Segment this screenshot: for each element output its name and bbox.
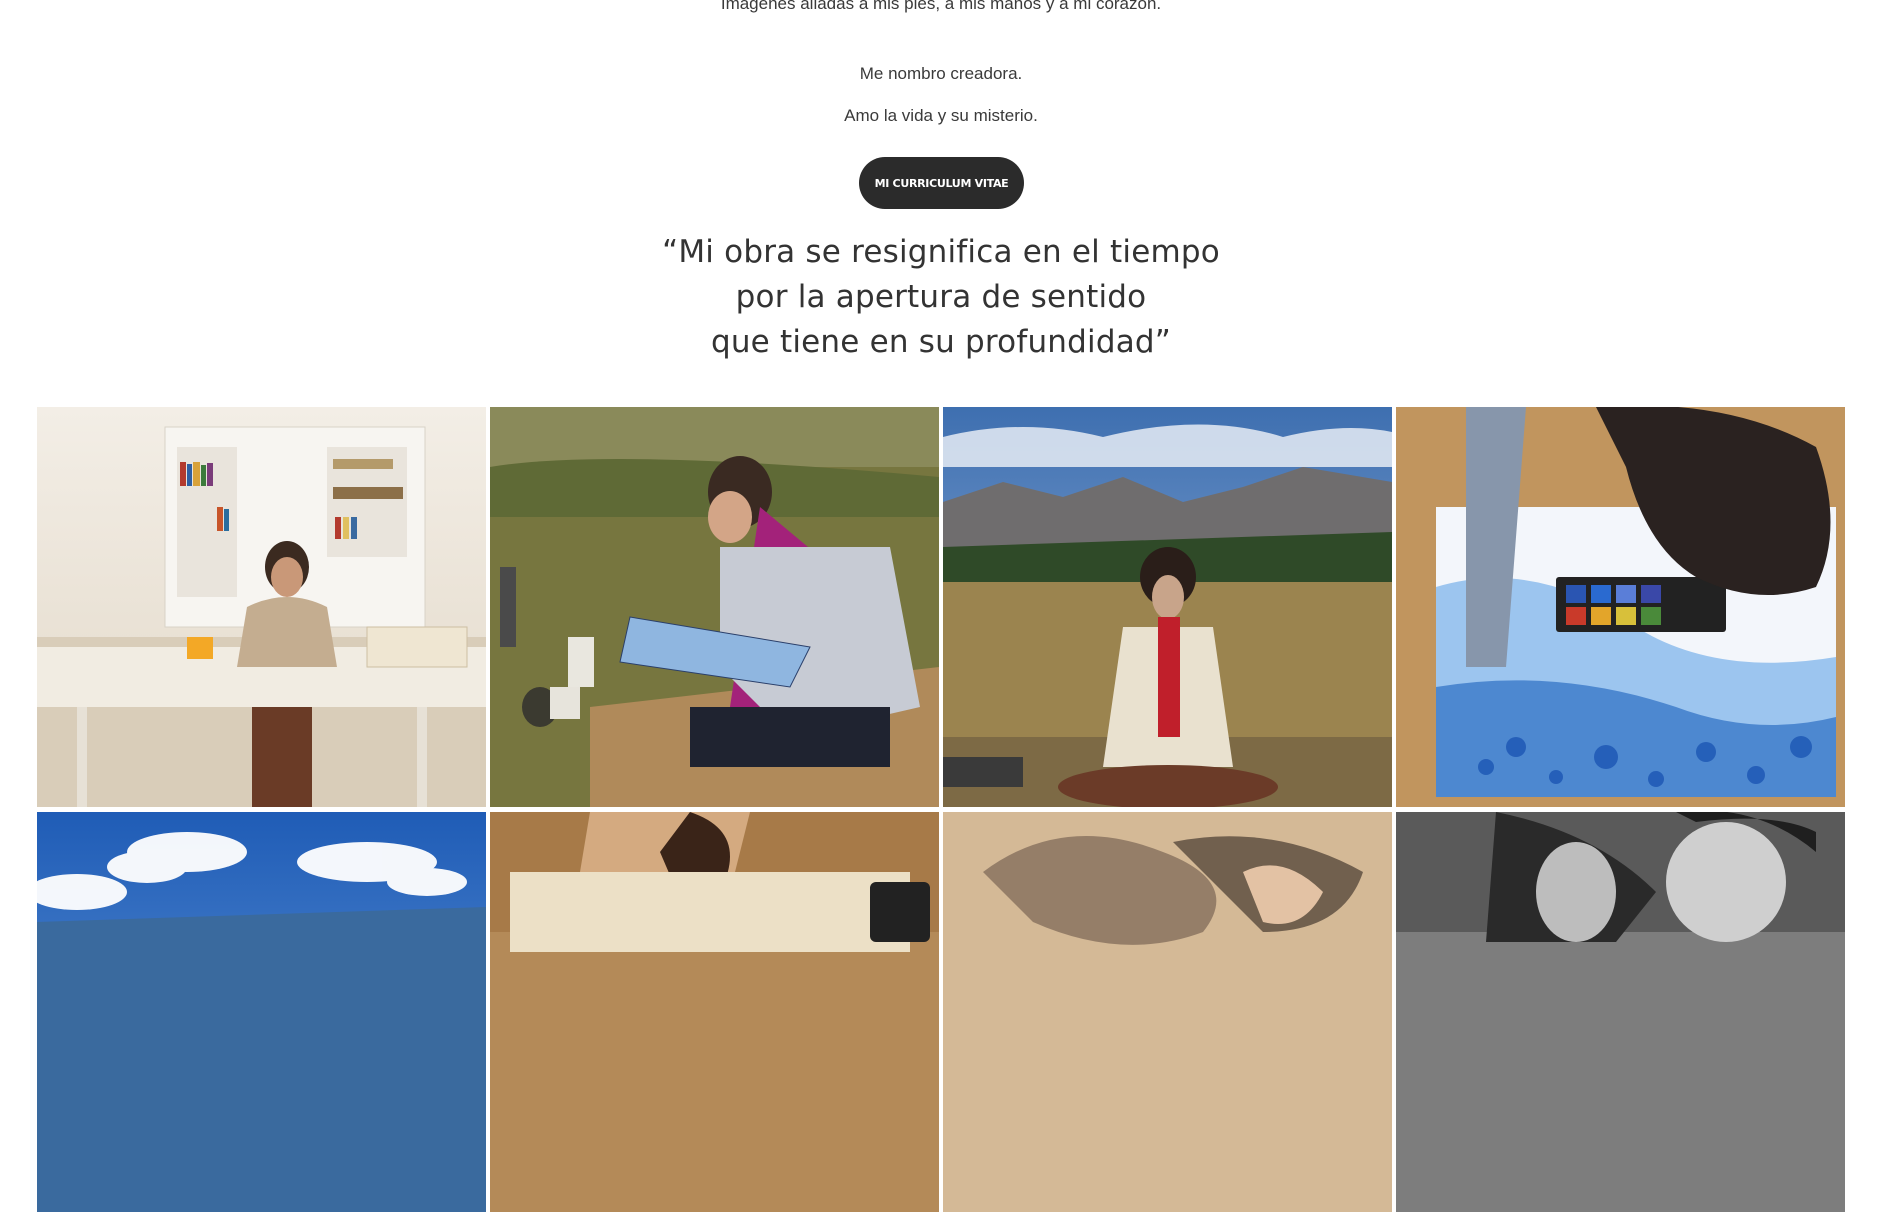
gallery-photo-mountain-meditation[interactable] [943, 407, 1392, 807]
photo-gallery [37, 407, 1846, 1212]
curriculum-vitae-button[interactable]: MI CURRICULUM VITAE [859, 157, 1024, 209]
quote-block: “Mi obra se resignifica en el tiempo por… [0, 230, 1882, 365]
gallery-photo-writing[interactable] [490, 812, 939, 1212]
studio-desk-image [37, 407, 486, 807]
writing-image [490, 812, 939, 1212]
gallery-photo-studio-desk[interactable] [37, 407, 486, 807]
gallery-photo-field-sketching[interactable] [490, 407, 939, 807]
intro-line-2: Me nombro creadora. [859, 64, 1023, 83]
quote-line-2: por la apertura de sentido [735, 279, 1147, 315]
blue-sky-image [37, 812, 486, 1212]
bw-portrait-image [1396, 812, 1845, 1212]
gallery-photo-watercolor[interactable] [1396, 407, 1845, 807]
gallery-photo-charcoal[interactable] [943, 812, 1392, 1212]
gallery-photo-bw-portrait[interactable] [1396, 812, 1845, 1212]
quote-line-3: que tiene en su profundidad” [710, 324, 1172, 360]
watercolor-image [1396, 407, 1845, 807]
field-sketching-image [490, 407, 939, 807]
intro-line-3: Amo la vida y su misterio. [844, 106, 1038, 125]
mountain-meditation-image [943, 407, 1392, 807]
charcoal-drawing-image [943, 812, 1392, 1212]
intro-line-1: Imágenes aliadas a mis pies, a mis manos… [720, 0, 1162, 13]
gallery-photo-blue-sky[interactable] [37, 812, 486, 1212]
quote-line-1: “Mi obra se resignifica en el tiempo [662, 234, 1220, 270]
